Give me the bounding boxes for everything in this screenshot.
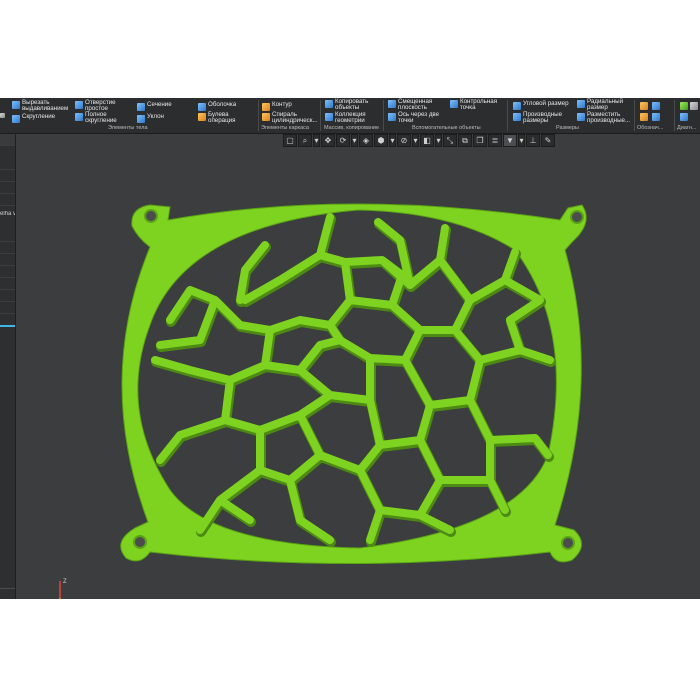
fan-grill-model[interactable] (0, 98, 700, 599)
3d-viewport[interactable]: Z X (16, 149, 700, 599)
voronoi-lattice (151, 213, 556, 547)
mounting-hole[interactable] (570, 210, 584, 224)
mounting-hole[interactable] (561, 536, 575, 550)
axis-tripod: Z X (58, 579, 67, 599)
origin-point (58, 598, 62, 599)
mounting-hole[interactable] (144, 209, 158, 223)
cad-application-window: Вырезать выдавливанием Скругление Отверс… (0, 98, 700, 599)
mounting-hole[interactable] (133, 535, 147, 549)
z-axis-label: Z (63, 579, 67, 585)
lattice-shadow (151, 214, 556, 547)
